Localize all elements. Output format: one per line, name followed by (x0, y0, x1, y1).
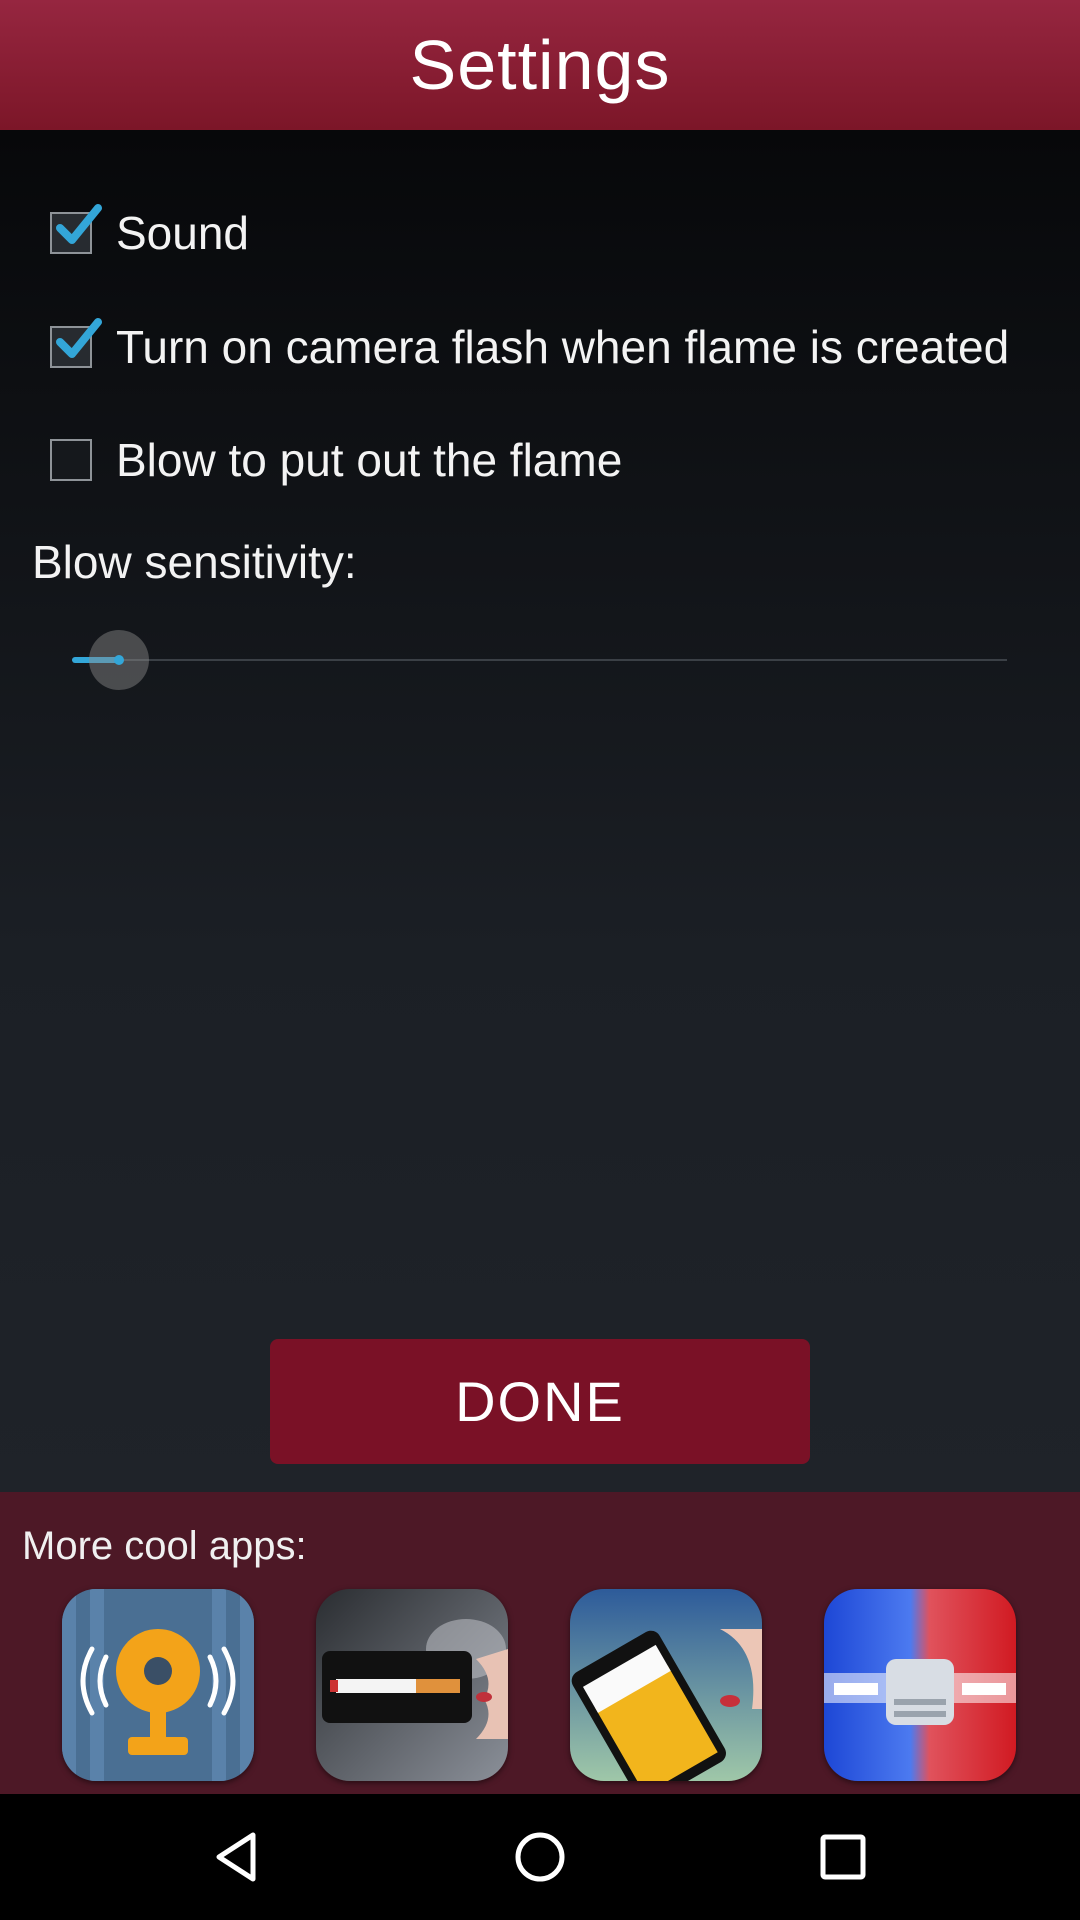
more-apps-label: More cool apps: (22, 1524, 307, 1568)
page-title: Settings (409, 26, 671, 104)
checkmark-icon (56, 318, 102, 358)
camera-flash-option[interactable]: Turn on camera flash when flame is creat… (50, 317, 1009, 377)
slider-track (72, 659, 1007, 661)
camera-flash-checkbox[interactable] (50, 318, 102, 368)
slider-thumb-dot (113, 655, 124, 665)
sound-checkbox[interactable] (50, 204, 102, 254)
sound-option-label: Sound (116, 207, 250, 259)
blow-out-option[interactable]: Blow to put out the flame (50, 430, 622, 490)
blow-out-option-label: Blow to put out the flame (116, 434, 623, 486)
police-siren-app-icon[interactable] (824, 1589, 1016, 1781)
cigarette-app-icon[interactable] (316, 1589, 508, 1781)
recents-square-icon[interactable] (813, 1827, 873, 1887)
sound-option[interactable]: Sound (50, 203, 249, 263)
home-circle-icon[interactable] (510, 1827, 570, 1887)
header-bar: Settings (0, 0, 1080, 130)
back-triangle-icon[interactable] (207, 1827, 267, 1887)
settings-panel: Sound Turn on camera flash when flame is… (0, 130, 1080, 1492)
blow-out-checkbox[interactable] (50, 439, 92, 481)
blow-sensitivity-label: Blow sensitivity: (32, 536, 357, 588)
more-apps-panel: More cool apps: (0, 1492, 1080, 1794)
checkmark-icon (56, 204, 102, 244)
beer-app-icon[interactable] (570, 1589, 762, 1781)
alarm-bell-app-icon[interactable] (62, 1589, 254, 1781)
camera-flash-option-label: Turn on camera flash when flame is creat… (116, 321, 1010, 373)
blow-sensitivity-slider[interactable] (72, 630, 1007, 690)
system-nav-bar (0, 1794, 1080, 1920)
done-button[interactable]: DONE (270, 1339, 810, 1464)
